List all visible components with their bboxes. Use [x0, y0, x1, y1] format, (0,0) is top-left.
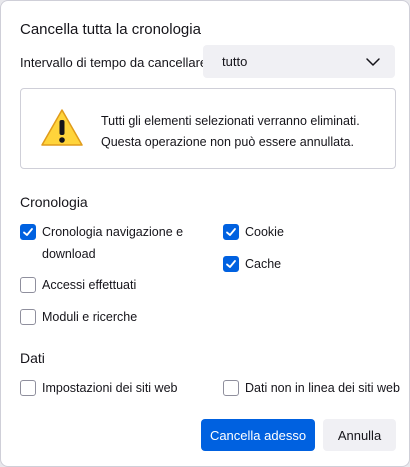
- checkbox-cookie[interactable]: Cookie: [223, 221, 284, 243]
- warning-text: Tutti gli elementi selezionati verranno …: [101, 111, 360, 153]
- checkbox-label: Cache: [245, 257, 282, 271]
- checkbox-box[interactable]: [20, 224, 36, 240]
- checkbox-label: Moduli e ricerche: [42, 310, 138, 324]
- checkbox-box[interactable]: [20, 309, 36, 325]
- checkbox-logins[interactable]: Accessi effettuati: [20, 274, 136, 296]
- warning-box: Tutti gli elementi selezionati verranno …: [20, 88, 396, 169]
- checkbox-box[interactable]: [20, 380, 36, 396]
- checkbox-label: Impostazioni dei siti web: [42, 381, 178, 395]
- warning-line-1: Tutti gli elementi selezionati verranno …: [101, 114, 360, 128]
- clear-history-dialog: Cancella tutta la cronologia Intervallo …: [0, 0, 410, 467]
- clear-now-button[interactable]: Cancella adesso: [201, 419, 315, 451]
- cancel-button[interactable]: Annulla: [323, 419, 396, 451]
- warning-icon: [41, 109, 83, 146]
- dialog-title: Cancella tutta la cronologia: [20, 21, 201, 38]
- checkmark-icon: [226, 260, 236, 268]
- checkbox-box[interactable]: [223, 380, 239, 396]
- warning-line-2: Questa operazione non può essere annulla…: [101, 135, 354, 149]
- checkbox-cache[interactable]: Cache: [223, 253, 281, 275]
- checkbox-label: Cronologia navigazione e download: [42, 225, 184, 261]
- checkbox-label: Dati non in linea dei siti web: [245, 381, 400, 395]
- time-range-label: Intervallo di tempo da cancellare:: [20, 55, 211, 70]
- data-heading: Dati: [20, 350, 45, 366]
- chevron-down-icon: [366, 58, 380, 66]
- checkmark-icon: [23, 228, 33, 236]
- checkbox-box[interactable]: [20, 277, 36, 293]
- time-range-select[interactable]: tutto: [203, 45, 395, 78]
- checkbox-forms-searches[interactable]: Moduli e ricerche: [20, 306, 137, 328]
- checkmark-icon: [226, 228, 236, 236]
- checkbox-box[interactable]: [223, 256, 239, 272]
- checkbox-box[interactable]: [223, 224, 239, 240]
- checkbox-label: Accessi effettuati: [42, 278, 137, 292]
- history-heading: Cronologia: [20, 194, 88, 210]
- time-range-value: tutto: [222, 54, 248, 69]
- checkbox-offline-data[interactable]: Dati non in linea dei siti web: [223, 377, 400, 399]
- checkbox-site-settings[interactable]: Impostazioni dei siti web: [20, 377, 177, 399]
- checkbox-browsing-history[interactable]: Cronologia navigazione e download: [20, 221, 200, 265]
- checkbox-label: Cookie: [245, 225, 284, 239]
